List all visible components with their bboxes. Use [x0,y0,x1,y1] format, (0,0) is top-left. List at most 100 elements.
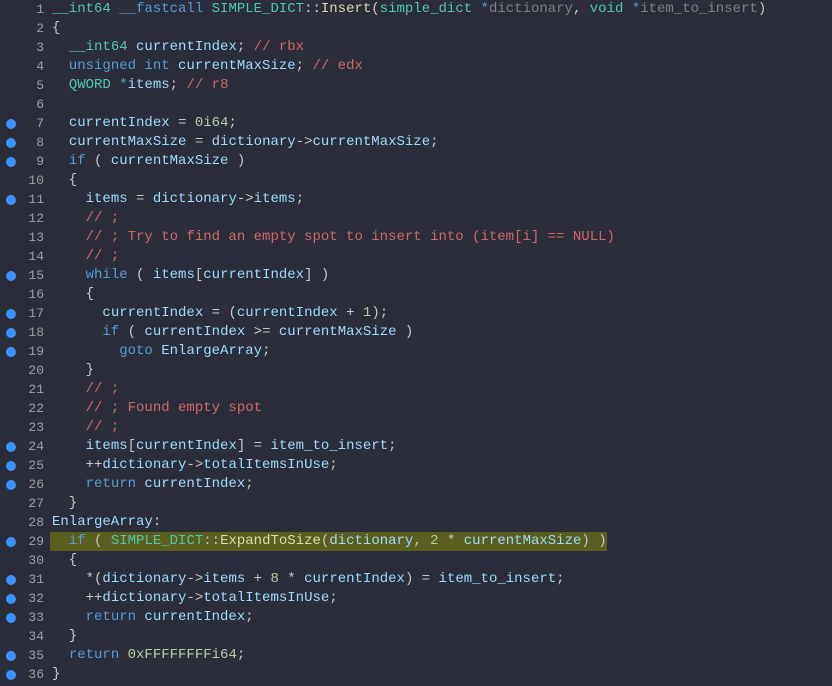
code-content[interactable]: while ( items[currentIndex] ) [50,266,329,285]
code-line[interactable]: 31 *(dictionary->items + 8 * currentInde… [0,570,832,589]
code-content[interactable]: // ; Try to find an empty spot to insert… [50,228,615,247]
code-line[interactable]: 6 [0,95,832,114]
code-content[interactable]: QWORD *items; // r8 [50,76,228,95]
code-line[interactable]: 1__int64 __fastcall SIMPLE_DICT::Insert(… [0,0,832,19]
code-line[interactable]: 17 currentIndex = (currentIndex + 1); [0,304,832,323]
breakpoint-icon[interactable] [6,461,16,471]
breakpoint-gutter[interactable] [0,328,22,338]
breakpoint-icon[interactable] [6,347,16,357]
code-line[interactable]: 23 // ; [0,418,832,437]
breakpoint-gutter[interactable] [0,613,22,623]
code-line[interactable]: 28EnlargeArray: [0,513,832,532]
code-line[interactable]: 14 // ; [0,247,832,266]
code-content[interactable]: // ; [50,418,119,437]
code-line[interactable]: 4 unsigned int currentMaxSize; // edx [0,57,832,76]
code-content[interactable]: unsigned int currentMaxSize; // edx [50,57,363,76]
breakpoint-icon[interactable] [6,480,16,490]
breakpoint-gutter[interactable] [0,651,22,661]
code-line[interactable]: 9 if ( currentMaxSize ) [0,152,832,171]
code-content[interactable]: __int64 currentIndex; // rbx [50,38,304,57]
code-line[interactable]: 13 // ; Try to find an empty spot to ins… [0,228,832,247]
code-content[interactable]: return currentIndex; [50,475,254,494]
code-line[interactable]: 19 goto EnlargeArray; [0,342,832,361]
code-line[interactable]: 33 return currentIndex; [0,608,832,627]
breakpoint-gutter[interactable] [0,461,22,471]
code-line[interactable]: 10 { [0,171,832,190]
code-line[interactable]: 34 } [0,627,832,646]
breakpoint-gutter[interactable] [0,442,22,452]
code-content[interactable]: __int64 __fastcall SIMPLE_DICT::Insert(s… [50,0,766,19]
code-line[interactable]: 26 return currentIndex; [0,475,832,494]
code-line[interactable]: 21 // ; [0,380,832,399]
code-editor[interactable]: 1__int64 __fastcall SIMPLE_DICT::Insert(… [0,0,832,684]
code-content[interactable]: } [50,627,77,646]
code-line[interactable]: 12 // ; [0,209,832,228]
code-content[interactable]: EnlargeArray: [50,513,161,532]
breakpoint-icon[interactable] [6,309,16,319]
breakpoint-icon[interactable] [6,195,16,205]
code-line[interactable]: 11 items = dictionary->items; [0,190,832,209]
code-content[interactable]: items = dictionary->items; [50,190,304,209]
breakpoint-gutter[interactable] [0,271,22,281]
code-content[interactable]: } [50,494,77,513]
code-content[interactable]: { [50,285,94,304]
code-line[interactable]: 36} [0,665,832,684]
breakpoint-gutter[interactable] [0,195,22,205]
code-content[interactable]: return currentIndex; [50,608,254,627]
code-content[interactable]: currentIndex = 0i64; [50,114,237,133]
code-content[interactable]: currentIndex = (currentIndex + 1); [50,304,388,323]
code-line[interactable]: 8 currentMaxSize = dictionary->currentMa… [0,133,832,152]
breakpoint-gutter[interactable] [0,309,22,319]
breakpoint-gutter[interactable] [0,347,22,357]
breakpoint-icon[interactable] [6,537,16,547]
code-content[interactable]: goto EnlargeArray; [50,342,270,361]
code-line[interactable]: 24 items[currentIndex] = item_to_insert; [0,437,832,456]
code-line[interactable]: 18 if ( currentIndex >= currentMaxSize ) [0,323,832,342]
breakpoint-gutter[interactable] [0,575,22,585]
code-line[interactable]: 22 // ; Found empty spot [0,399,832,418]
code-line[interactable]: 5 QWORD *items; // r8 [0,76,832,95]
breakpoint-gutter[interactable] [0,157,22,167]
breakpoint-gutter[interactable] [0,594,22,604]
breakpoint-icon[interactable] [6,575,16,585]
code-line[interactable]: 27 } [0,494,832,513]
code-content[interactable]: { [50,171,77,190]
code-content[interactable]: // ; [50,247,119,266]
code-content[interactable]: } [50,361,94,380]
breakpoint-icon[interactable] [6,271,16,281]
code-content[interactable]: if ( SIMPLE_DICT::ExpandToSize(dictionar… [50,532,607,551]
code-content[interactable]: // ; Found empty spot [50,399,262,418]
code-content[interactable]: *(dictionary->items + 8 * currentIndex) … [50,570,565,589]
code-content[interactable]: return 0xFFFFFFFFi64; [50,646,245,665]
breakpoint-icon[interactable] [6,613,16,623]
breakpoint-icon[interactable] [6,157,16,167]
code-line[interactable]: 35 return 0xFFFFFFFFi64; [0,646,832,665]
code-content[interactable]: } [50,665,60,684]
code-line[interactable]: 29 if ( SIMPLE_DICT::ExpandToSize(dictio… [0,532,832,551]
breakpoint-icon[interactable] [6,594,16,604]
code-line[interactable]: 20 } [0,361,832,380]
code-line[interactable]: 25 ++dictionary->totalItemsInUse; [0,456,832,475]
code-line[interactable]: 16 { [0,285,832,304]
code-line[interactable]: 32 ++dictionary->totalItemsInUse; [0,589,832,608]
code-content[interactable]: currentMaxSize = dictionary->currentMaxS… [50,133,439,152]
code-line[interactable]: 30 { [0,551,832,570]
breakpoint-gutter[interactable] [0,138,22,148]
code-content[interactable]: { [50,19,60,38]
breakpoint-icon[interactable] [6,651,16,661]
breakpoint-gutter[interactable] [0,480,22,490]
code-content[interactable]: { [50,551,77,570]
code-content[interactable]: // ; [50,380,119,399]
code-line[interactable]: 15 while ( items[currentIndex] ) [0,266,832,285]
breakpoint-icon[interactable] [6,138,16,148]
breakpoint-icon[interactable] [6,442,16,452]
code-content[interactable]: if ( currentIndex >= currentMaxSize ) [50,323,413,342]
code-line[interactable]: 7 currentIndex = 0i64; [0,114,832,133]
code-line[interactable]: 3 __int64 currentIndex; // rbx [0,38,832,57]
breakpoint-icon[interactable] [6,328,16,338]
code-content[interactable]: ++dictionary->totalItemsInUse; [50,456,338,475]
breakpoint-gutter[interactable] [0,537,22,547]
code-content[interactable]: items[currentIndex] = item_to_insert; [50,437,397,456]
breakpoint-gutter[interactable] [0,670,22,680]
code-content[interactable]: // ; [50,209,119,228]
